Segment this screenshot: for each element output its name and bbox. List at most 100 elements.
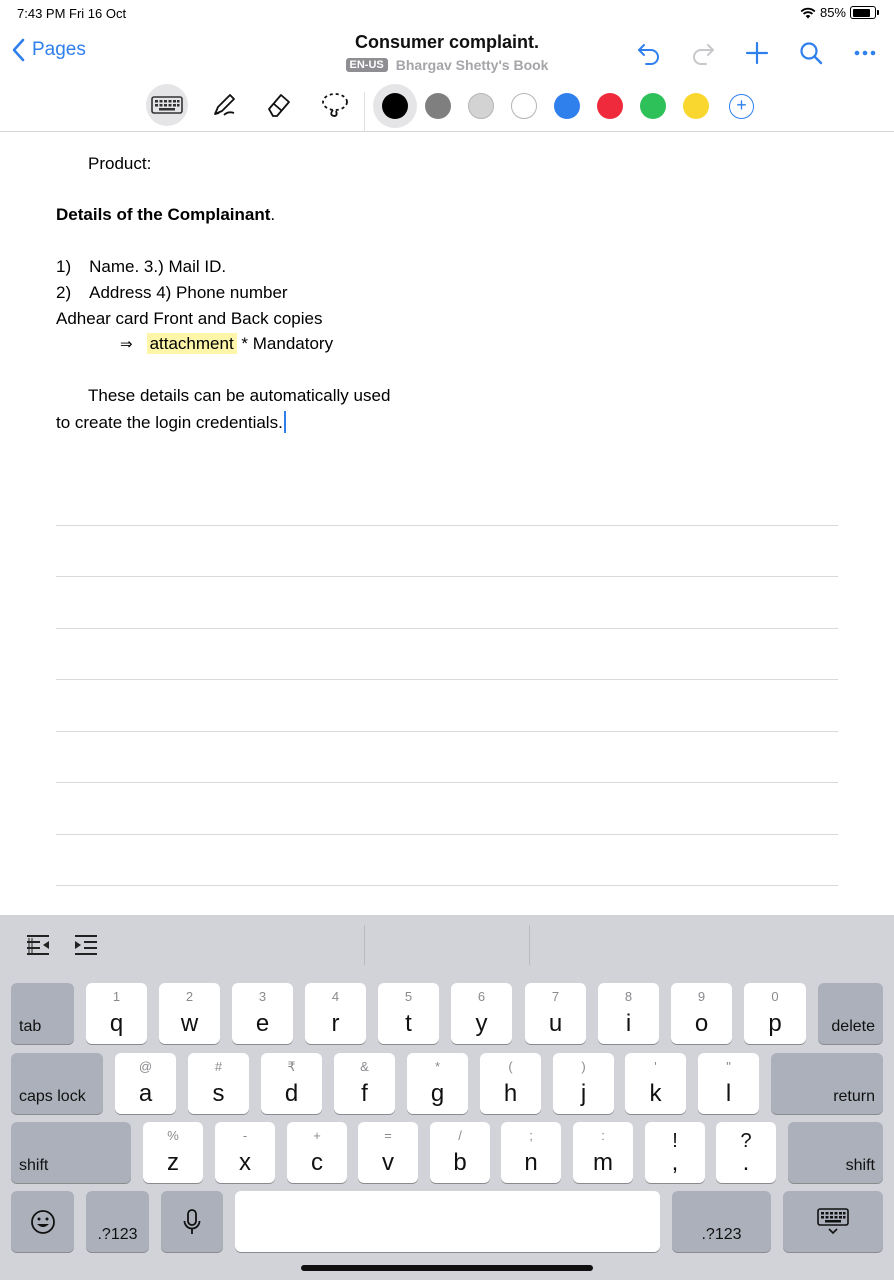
key-r[interactable]: 4r <box>305 983 366 1044</box>
color-white[interactable] <box>511 93 537 119</box>
caps-lock-key[interactable]: caps lock <box>11 1053 103 1114</box>
key-a[interactable]: @ a <box>115 1053 176 1114</box>
document-canvas[interactable]: Product: Details of the Complainant. 1) N… <box>0 133 894 915</box>
key-char: x <box>239 1149 251 1176</box>
color-blue[interactable] <box>554 93 580 119</box>
section-heading: Details of the Complainant. <box>56 205 275 225</box>
key-y[interactable]: 6y <box>451 983 512 1044</box>
home-indicator[interactable] <box>301 1265 593 1271</box>
key-alt-char: 7 <box>551 989 560 1004</box>
key-char: s <box>212 1080 225 1107</box>
key-d[interactable]: ₹ d <box>261 1053 322 1114</box>
key-alt-char: 8 <box>624 989 633 1004</box>
eraser-tool[interactable] <box>258 84 300 126</box>
outdent-button[interactable] <box>26 934 50 961</box>
key-alt-char: : <box>601 1128 605 1143</box>
numbers-key-left[interactable]: .?123 <box>86 1191 149 1252</box>
color-red[interactable] <box>597 93 623 119</box>
key-o[interactable]: 9o <box>671 983 732 1044</box>
key-b[interactable]: / b <box>430 1122 490 1183</box>
color-yellow[interactable] <box>683 93 709 119</box>
key-j[interactable]: ) j <box>553 1053 614 1114</box>
shift-right-key[interactable]: shift <box>788 1122 883 1183</box>
search-button[interactable] <box>796 38 826 68</box>
key-h[interactable]: (h <box>480 1053 541 1114</box>
shift-left-key[interactable]: shift <box>11 1122 131 1183</box>
attachment-line: ⇒ attachment * Mandatory <box>120 333 333 354</box>
key-p[interactable]: 0p <box>744 983 806 1044</box>
more-button[interactable] <box>850 38 880 68</box>
pen-icon <box>214 94 235 116</box>
key-char: y <box>475 1010 488 1037</box>
color-dark-gray[interactable] <box>425 93 451 119</box>
indent-button[interactable] <box>74 934 98 961</box>
color-black[interactable] <box>382 93 408 119</box>
add-color-button[interactable]: + <box>729 94 754 119</box>
key-x[interactable]: -x <box>215 1122 275 1183</box>
dictation-key[interactable] <box>161 1191 223 1252</box>
key-n[interactable]: ; n <box>501 1122 561 1183</box>
key-period[interactable]: ?. <box>716 1122 776 1183</box>
emoji-icon <box>30 1209 55 1234</box>
numbers-key-right[interactable]: .?123 <box>672 1191 771 1252</box>
key-alt-char: 2 <box>185 989 194 1004</box>
key-k[interactable]: ' k <box>625 1053 686 1114</box>
key-u[interactable]: 7u <box>525 983 586 1044</box>
key-z[interactable]: % z <box>143 1122 203 1183</box>
key-e[interactable]: 3e <box>232 983 293 1044</box>
key-c[interactable]: + c <box>287 1122 347 1183</box>
key-f[interactable]: & f <box>334 1053 395 1114</box>
key-alt-char: 9 <box>697 989 706 1004</box>
ruled-line <box>56 679 838 680</box>
tab-key[interactable]: tab <box>11 983 74 1044</box>
on-screen-keyboard: tab 1q 2w 3e 4r 5t 6y 7u 8i 9o 0p delete… <box>0 915 894 1280</box>
ruled-line <box>56 628 838 629</box>
key-label: shift <box>19 1157 49 1174</box>
key-alt-char: * <box>434 1059 441 1074</box>
list-text: Address 4) Phone number <box>89 283 288 302</box>
status-time: 7:43 PM Fri 16 Oct <box>17 6 127 21</box>
key-alt-char: / <box>458 1128 462 1143</box>
list-item: 2) Address 4) Phone number <box>56 283 288 303</box>
key-label: return <box>833 1088 875 1105</box>
key-q[interactable]: 1q <box>86 983 147 1044</box>
key-v[interactable]: = v <box>358 1122 418 1183</box>
key-alt-char: 1 <box>112 989 121 1004</box>
emoji-key[interactable] <box>11 1191 74 1252</box>
key-i[interactable]: 8i <box>598 983 659 1044</box>
paragraph-text: to create the login credentials. <box>56 413 283 432</box>
indent-icon <box>75 935 97 955</box>
redo-button[interactable] <box>688 38 718 68</box>
key-t[interactable]: 5t <box>378 983 439 1044</box>
color-light-gray[interactable] <box>468 93 494 119</box>
key-char: j <box>580 1080 587 1107</box>
return-key[interactable]: return <box>771 1053 883 1114</box>
ruled-line <box>56 782 838 783</box>
add-button[interactable] <box>742 38 772 68</box>
undo-button[interactable] <box>634 38 664 68</box>
color-green[interactable] <box>640 93 666 119</box>
key-char: p <box>768 1010 782 1037</box>
key-comma[interactable]: !, <box>645 1122 705 1183</box>
key-alt-char: 3 <box>258 989 267 1004</box>
key-m[interactable]: :m <box>573 1122 633 1183</box>
key-w[interactable]: 2w <box>159 983 220 1044</box>
keyboard-tool[interactable] <box>146 84 188 126</box>
aadhar-line: Adhear card Front and Back copies <box>56 309 323 328</box>
space-bar[interactable] <box>235 1191 660 1252</box>
pen-tool[interactable] <box>203 84 245 126</box>
key-char: t <box>405 1010 412 1037</box>
key-g[interactable]: * g <box>407 1053 468 1114</box>
key-label: delete <box>831 1018 875 1035</box>
delete-key[interactable]: delete <box>818 983 883 1044</box>
key-char: r <box>331 1010 340 1037</box>
key-alt-char: + <box>313 1128 321 1143</box>
key-char: d <box>284 1080 299 1107</box>
key-char: b <box>453 1149 467 1176</box>
key-alt-char: ) <box>581 1059 586 1074</box>
key-s[interactable]: # s <box>188 1053 249 1114</box>
key-alt-char: - <box>242 1128 248 1143</box>
lasso-tool[interactable] <box>314 84 356 126</box>
dismiss-keyboard-key[interactable] <box>783 1191 883 1252</box>
key-l[interactable]: " l <box>698 1053 759 1114</box>
